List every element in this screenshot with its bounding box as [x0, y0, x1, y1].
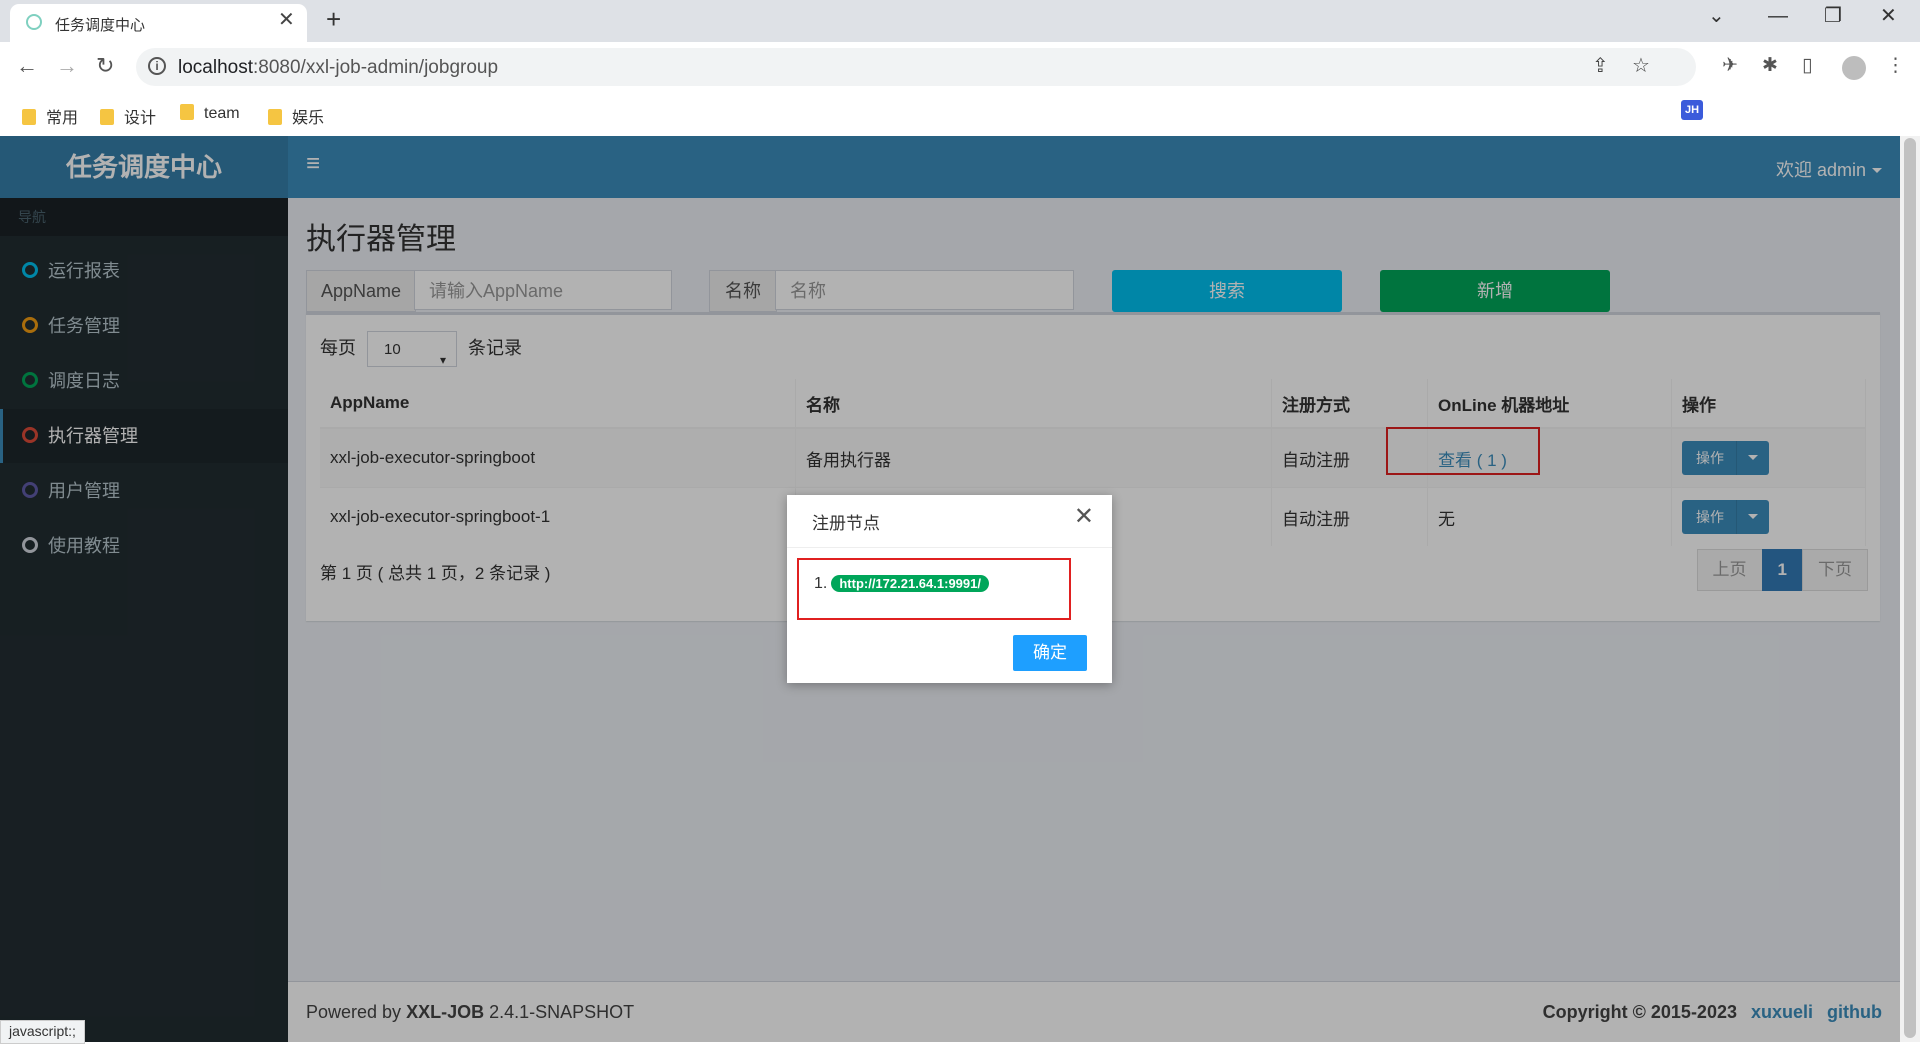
folder-icon [180, 104, 194, 120]
bookmark-folder-2[interactable]: team [180, 104, 240, 123]
share-icon[interactable]: ⇪ [1592, 56, 1609, 76]
page-scrollbar[interactable] [1900, 136, 1920, 1042]
bookmark-folder-1[interactable]: 设计 [100, 104, 156, 128]
extension-bird-icon[interactable]: ✈ [1722, 56, 1738, 76]
browser-tab-strip: 任务调度中心 ✕ + ⌄ — ❐ ✕ [0, 0, 1920, 42]
side-panel-icon[interactable]: ▯ [1802, 56, 1812, 76]
profile-avatar[interactable] [1842, 56, 1866, 80]
back-icon[interactable]: ← [16, 55, 38, 77]
bookmark-folder-3[interactable]: 娱乐 [268, 104, 324, 128]
browser-menu-icon[interactable]: ⋮ [1886, 56, 1905, 76]
close-icon[interactable]: ✕ [1074, 505, 1094, 529]
bookmark-star-icon[interactable]: ☆ [1632, 56, 1650, 76]
highlight-box-registry [797, 558, 1071, 620]
reload-icon[interactable]: ↻ [96, 55, 114, 77]
dialog-title: 注册节点 [812, 514, 880, 533]
address-bar[interactable]: i localhost:8080/xxl-job-admin/jobgroup … [136, 48, 1696, 86]
dialog-divider [787, 547, 1112, 548]
browser-tab[interactable]: 任务调度中心 ✕ [10, 4, 307, 42]
favicon-icon [26, 14, 42, 30]
folder-icon [22, 109, 36, 125]
close-window-icon[interactable]: ✕ [1880, 6, 1897, 26]
forward-icon[interactable]: → [56, 55, 78, 77]
scrollbar-thumb[interactable] [1904, 138, 1916, 1038]
close-tab-icon[interactable]: ✕ [278, 10, 295, 30]
registry-dialog: 注册节点 ✕ 1. http://172.21.64.1:9991/ 确定 [787, 495, 1112, 683]
restore-icon[interactable]: ❐ [1824, 6, 1842, 26]
site-info-icon[interactable]: i [148, 57, 166, 75]
minimize-icon[interactable]: — [1768, 6, 1788, 26]
new-tab-icon[interactable]: + [326, 6, 341, 32]
url-text: localhost:8080/xxl-job-admin/jobgroup [178, 57, 499, 78]
bookmarks-bar: 常用 设计 team 娱乐 [0, 98, 1920, 134]
browser-toolbar: ← → ↻ i localhost:8080/xxl-job-admin/job… [0, 42, 1920, 136]
extensions-puzzle-icon[interactable]: ✱ [1762, 56, 1778, 76]
folder-icon [100, 109, 114, 125]
ok-button[interactable]: 确定 [1013, 635, 1087, 671]
tab-title: 任务调度中心 [55, 17, 146, 34]
tab-search-chevron-icon[interactable]: ⌄ [1708, 6, 1725, 26]
bookmark-folder-0[interactable]: 常用 [22, 104, 78, 128]
folder-icon [268, 109, 282, 125]
status-bar: javascript:; [0, 1020, 85, 1044]
